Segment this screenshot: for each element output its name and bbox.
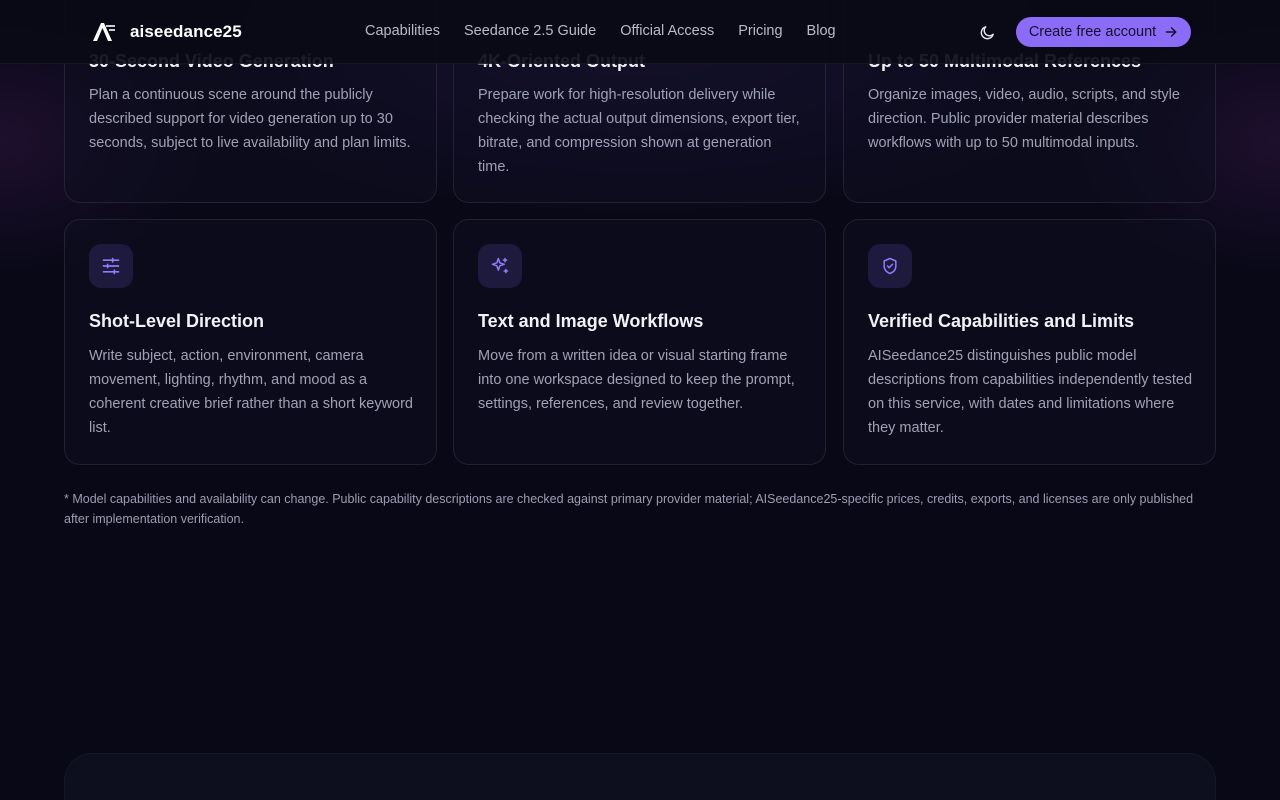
create-account-button[interactable]: Create free account: [1016, 17, 1191, 47]
feature-card-body: Plan a continuous scene around the publi…: [89, 87, 411, 151]
sparkles-icon: [478, 244, 522, 288]
nav-official-access[interactable]: Official Access: [620, 23, 714, 39]
brand-logo-link[interactable]: aiseedance25: [92, 20, 242, 44]
nav-seedance-guide[interactable]: Seedance 2.5 Guide: [464, 23, 596, 39]
create-account-label: Create free account: [1028, 24, 1157, 40]
feature-card-title: Shot-Level Direction: [89, 311, 265, 331]
moon-icon: [980, 25, 994, 39]
feature-card-body: Move from a written idea or visual start…: [478, 348, 795, 412]
site-header: aiseedance25 Capabilities Seedance 2.5 G…: [0, 0, 1280, 64]
arrow-right-icon: [1165, 27, 1177, 37]
feature-card-text-image: Text and Image Workflows Move from a wri…: [453, 219, 826, 465]
feature-card-body: Prepare work for high-resolution deliver…: [478, 87, 800, 175]
feature-card-title: Verified Capabilities and Limits: [868, 311, 1135, 331]
nav-blog[interactable]: Blog: [807, 23, 836, 39]
main-nav: Capabilities Seedance 2.5 Guide Official…: [365, 23, 836, 39]
feature-card-verified: Verified Capabilities and Limits AISeeda…: [843, 219, 1216, 465]
feature-card-body: Write subject, action, environment, came…: [89, 348, 413, 436]
shield-check-icon: [868, 244, 912, 288]
nav-pricing[interactable]: Pricing: [738, 23, 782, 39]
feature-card-title: Text and Image Workflows: [478, 311, 704, 331]
nav-capabilities[interactable]: Capabilities: [365, 23, 440, 39]
theme-toggle-button[interactable]: [975, 20, 999, 44]
brand-name: aiseedance25: [130, 22, 242, 41]
feature-card-shot-direction: Shot-Level Direction Write subject, acti…: [64, 219, 437, 465]
capabilities-footnote: * Model capabilities and availability ca…: [64, 492, 1194, 526]
feature-card-body: Organize images, video, audio, scripts, …: [868, 87, 1180, 151]
next-section-panel: [64, 753, 1216, 800]
brand-logo-icon: [93, 23, 115, 41]
feature-card-body: AISeedance25 distinguishes public model …: [868, 348, 1193, 436]
sliders-icon: [89, 244, 133, 288]
